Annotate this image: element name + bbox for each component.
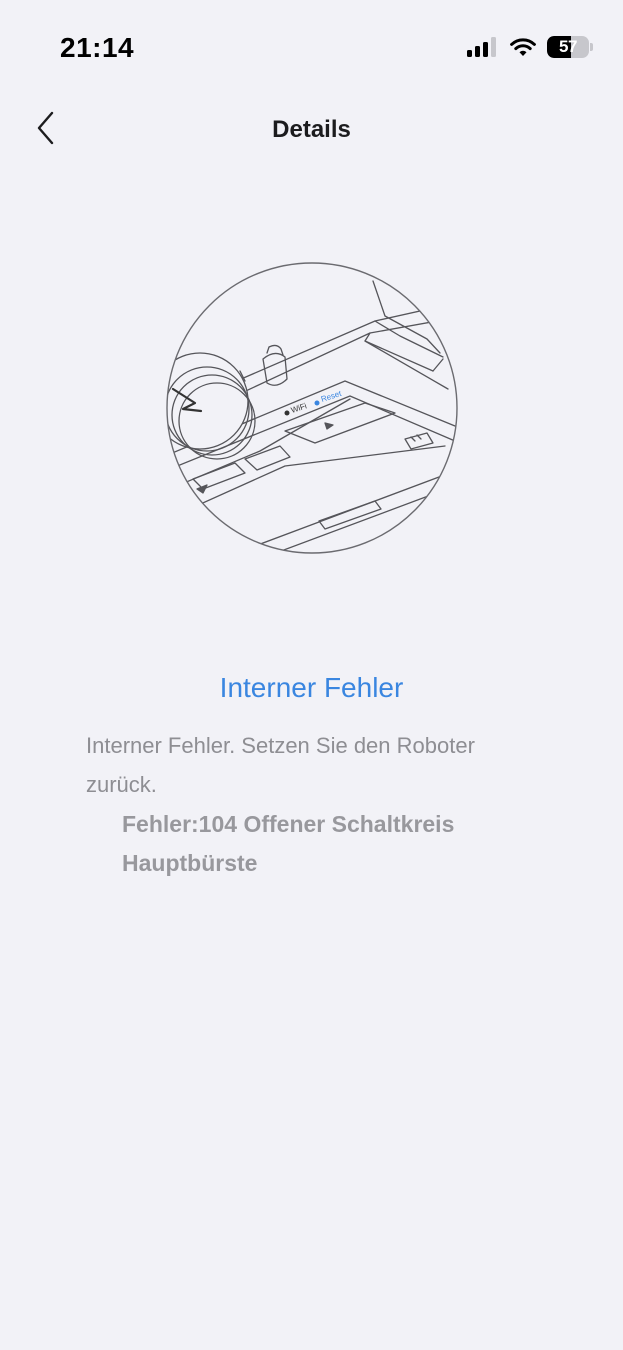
robot-reset-illustration: WiFi Reset <box>165 261 459 555</box>
signal-icon <box>467 37 499 57</box>
nav-bar: Details <box>0 100 623 160</box>
status-bar: 21:14 57 <box>0 0 623 100</box>
error-code: Fehler:104 Offener Schaltkreis Hauptbürs… <box>122 811 455 876</box>
battery-icon: 57 <box>547 36 593 58</box>
error-description: Interner Fehler. Setzen Sie den Roboter … <box>86 733 475 797</box>
page-title: Details <box>272 116 351 143</box>
status-icons: 57 <box>467 36 593 58</box>
error-title: Interner Fehler <box>219 672 404 703</box>
status-time: 21:14 <box>60 32 135 63</box>
battery-label: 57 <box>559 37 577 56</box>
wifi-icon <box>509 37 537 57</box>
